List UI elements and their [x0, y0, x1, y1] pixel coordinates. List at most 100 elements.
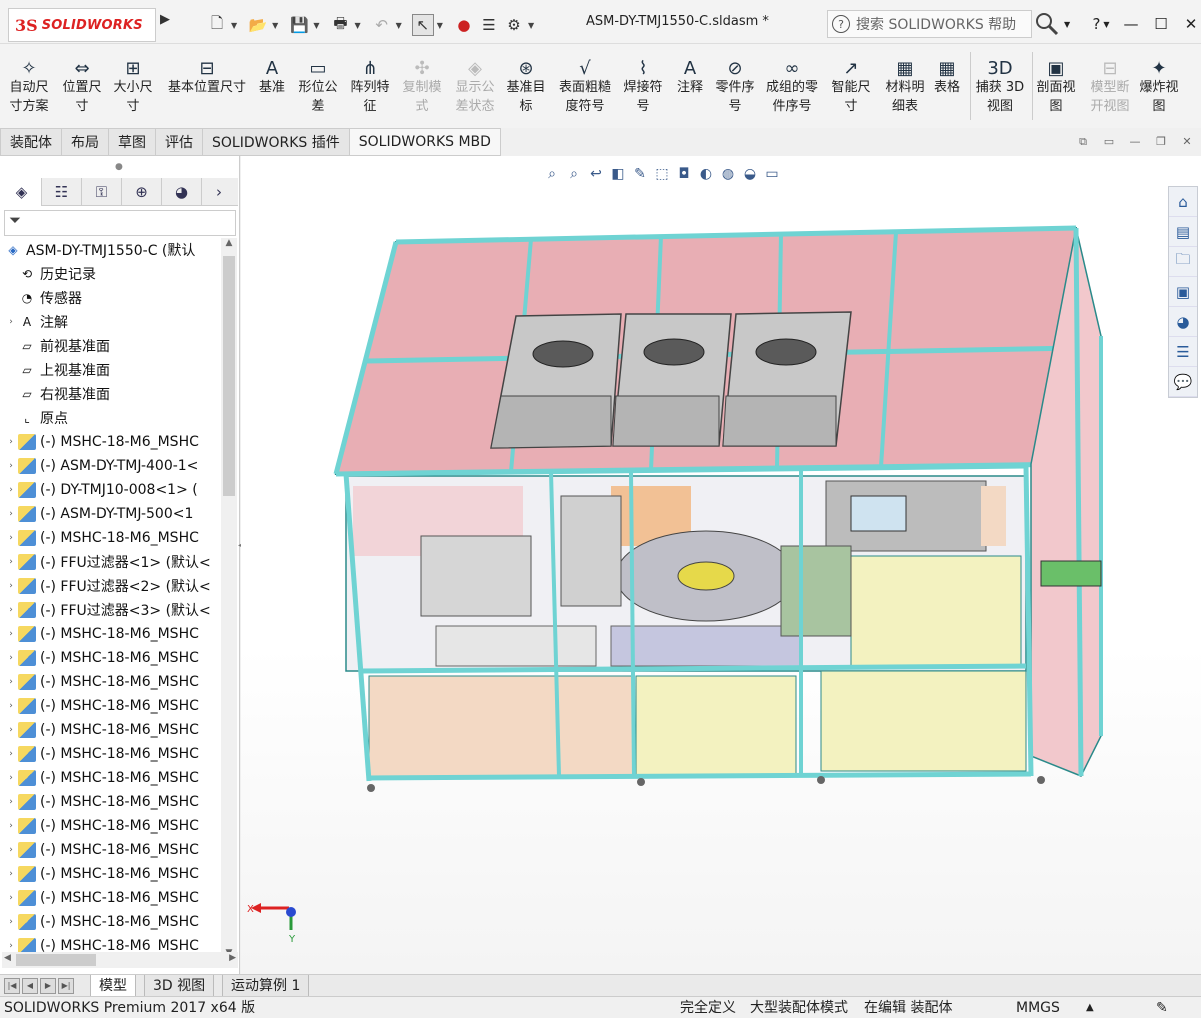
- tab-0[interactable]: 装配体: [0, 128, 61, 156]
- view-palette-icon[interactable]: ▣: [1169, 277, 1197, 307]
- ribbon-button-location-dimension[interactable]: ⇔ 位置尺 寸: [58, 48, 106, 124]
- help-button[interactable]: ? ▼: [1086, 12, 1116, 36]
- file-explorer-icon[interactable]: 🗀: [1169, 247, 1197, 277]
- chevron-down-icon[interactable]: ▼: [437, 21, 443, 30]
- tree-item[interactable]: › (-) ASM-DY-TMJ-400-1<: [0, 454, 220, 478]
- tree-item[interactable]: › (-) MSHC-18-M6_MSHC: [0, 862, 220, 886]
- cascade-icon[interactable]: ❐: [1148, 135, 1174, 149]
- tree-item[interactable]: ⌞ 原点: [0, 406, 220, 430]
- chevron-down-icon[interactable]: ▼: [528, 21, 534, 30]
- expand-chevron-icon[interactable]: ›: [4, 893, 18, 903]
- maximize-button[interactable]: ☐: [1146, 12, 1176, 36]
- restore-icon[interactable]: ⧉: [1070, 135, 1096, 149]
- unit-system-button[interactable]: MMGS: [1016, 997, 1060, 1018]
- tree-scrollbar[interactable]: ▲ ▼: [221, 238, 237, 958]
- tree-item[interactable]: › (-) MSHC-18-M6_MSHC: [0, 718, 220, 742]
- tree-horizontal-scrollbar[interactable]: ◀ ▶: [2, 952, 238, 968]
- chevron-down-icon[interactable]: ▼: [231, 21, 237, 30]
- expand-chevron-icon[interactable]: ›: [4, 701, 18, 711]
- tree-item[interactable]: › (-) MSHC-18-M6_MSHC: [0, 742, 220, 766]
- design-library-icon[interactable]: ▤: [1169, 217, 1197, 247]
- tree-item[interactable]: ▱ 右视基准面: [0, 382, 220, 406]
- minimize-button[interactable]: —: [1116, 12, 1146, 36]
- bottom-tab-2[interactable]: 运动算例 1: [222, 975, 310, 997]
- scroll-thumb[interactable]: [223, 256, 235, 496]
- expand-chevron-icon[interactable]: ›: [4, 773, 18, 783]
- tree-root-assembly[interactable]: ◈ ASM-DY-TMJ1550-C (默认: [0, 238, 220, 262]
- ribbon-button-show-tolerance-status[interactable]: ◈ 显示公 差状态: [450, 48, 500, 124]
- expand-chevron-icon[interactable]: ›: [4, 725, 18, 735]
- expand-chevron-icon[interactable]: ›: [4, 437, 18, 447]
- expand-chevron-icon[interactable]: ›: [4, 845, 18, 855]
- property-manager-tab[interactable]: ☷: [42, 178, 82, 206]
- search-button[interactable]: ▼: [1034, 10, 1078, 38]
- ribbon-button-geometric-tolerance[interactable]: ▭ 形位公 差: [293, 48, 343, 124]
- close-view-icon[interactable]: ✕: [1174, 135, 1200, 149]
- expand-chevron-icon[interactable]: ›: [4, 485, 18, 495]
- ribbon-button-copy-scheme[interactable]: ✣ 复制模 式: [398, 48, 446, 124]
- expand-chevron-icon[interactable]: ›: [4, 869, 18, 879]
- ribbon-button-section-view[interactable]: ▣ 剖面视 图: [1030, 48, 1082, 124]
- ribbon-button-model-break-view[interactable]: ⊟ 模型断 开视图: [1086, 48, 1134, 124]
- chevron-down-icon[interactable]: ▼: [272, 21, 278, 30]
- tree-item[interactable]: ▱ 上视基准面: [0, 358, 220, 382]
- appearances-icon[interactable]: ◕: [1169, 307, 1197, 337]
- ribbon-button-size-dimension[interactable]: ⊞ 大小尺 寸: [108, 48, 158, 124]
- new-document-icon[interactable]: 🗋: [206, 14, 228, 36]
- chevron-down-icon[interactable]: ▼: [396, 21, 402, 30]
- ribbon-button-weld-symbol[interactable]: ⌇ 焊接符 号: [618, 48, 668, 124]
- ribbon-button-exploded-view[interactable]: ✦ 爆炸视 图: [1136, 48, 1182, 124]
- tree-item[interactable]: › A 注解: [0, 310, 220, 334]
- tile-icon[interactable]: ▭: [1096, 135, 1122, 149]
- ribbon-button-pattern-feature[interactable]: ⋔ 阵列特 征: [345, 48, 395, 124]
- expand-chevron-icon[interactable]: ›: [4, 533, 18, 543]
- configuration-manager-tab[interactable]: ⚿: [82, 178, 122, 206]
- tab-5[interactable]: SOLIDWORKS MBD: [348, 128, 501, 156]
- chevron-down-icon[interactable]: ▼: [313, 21, 319, 30]
- tree-item[interactable]: ⟲ 历史记录: [0, 262, 220, 286]
- hscroll-thumb[interactable]: [16, 954, 96, 966]
- scroll-up-icon[interactable]: ▲: [221, 238, 237, 248]
- ribbon-button-table[interactable]: ▦ 表格: [930, 48, 964, 124]
- tree-item[interactable]: › (-) MSHC-18-M6_MSHC: [0, 526, 220, 550]
- expand-chevron-icon[interactable]: ›: [4, 941, 18, 951]
- tree-item[interactable]: › (-) MSHC-18-M6_MSHC: [0, 430, 220, 454]
- tree-item[interactable]: › (-) MSHC-18-M6_MSHC: [0, 838, 220, 862]
- minimize-view-icon[interactable]: —: [1122, 135, 1148, 149]
- bottom-tab-1[interactable]: 3D 视图: [144, 975, 215, 997]
- expand-chevron-icon[interactable]: ›: [4, 821, 18, 831]
- ribbon-button-smart-dimension[interactable]: ↗ 智能尺 寸: [826, 48, 876, 124]
- undo-icon[interactable]: ↶: [371, 14, 393, 36]
- tree-item[interactable]: › (-) MSHC-18-M6_MSHC: [0, 694, 220, 718]
- expand-chevron-icon[interactable]: ›: [4, 677, 18, 687]
- tab-1[interactable]: 布局: [61, 128, 108, 156]
- chevron-up-icon[interactable]: ▲: [1086, 997, 1094, 1018]
- ribbon-button-auto-dimension[interactable]: ✧ 自动尺 寸方案: [4, 48, 54, 124]
- ribbon-button-balloon[interactable]: ⊘ 零件序 号: [711, 48, 759, 124]
- first-tab-icon[interactable]: |◀: [4, 978, 20, 994]
- tree-item[interactable]: › (-) MSHC-18-M6_MSHC: [0, 910, 220, 934]
- ribbon-button-bom[interactable]: ▦ 材料明 细表: [880, 48, 930, 124]
- chevron-down-icon[interactable]: ▼: [354, 21, 360, 30]
- tree-filter-input[interactable]: ⏷: [4, 210, 236, 236]
- next-tab-icon[interactable]: ▶: [40, 978, 56, 994]
- pane-grip-icon[interactable]: ●: [115, 162, 123, 172]
- tree-item[interactable]: › (-) MSHC-18-M6_MSHC: [0, 622, 220, 646]
- tree-item[interactable]: ◔ 传感器: [0, 286, 220, 310]
- ribbon-button-datum-target[interactable]: ⊛ 基准目 标: [502, 48, 550, 124]
- dimxpert-manager-tab[interactable]: ⊕: [122, 178, 162, 206]
- custom-properties-icon[interactable]: ☰: [1169, 337, 1197, 367]
- tab-4[interactable]: SOLIDWORKS 插件: [202, 128, 349, 156]
- solidworks-logo[interactable]: 3S SOLIDWORKS: [8, 8, 156, 42]
- bottom-tab-0[interactable]: 模型: [90, 975, 136, 997]
- ribbon-button-note[interactable]: A 注释: [672, 48, 708, 124]
- open-icon[interactable]: 📂: [247, 14, 269, 36]
- expand-chevron-icon[interactable]: ›: [4, 317, 18, 327]
- feature-manager-tab[interactable]: ◈: [2, 178, 42, 206]
- tree-item[interactable]: › (-) MSHC-18-M6_MSHC: [0, 766, 220, 790]
- tree-item[interactable]: › (-) FFU过滤器<2> (默认<: [0, 574, 220, 598]
- close-button[interactable]: ✕: [1176, 12, 1201, 36]
- expand-chevron-icon[interactable]: ›: [4, 653, 18, 663]
- print-icon[interactable]: 🖶: [329, 14, 351, 36]
- scroll-right-icon[interactable]: ▶: [229, 953, 236, 963]
